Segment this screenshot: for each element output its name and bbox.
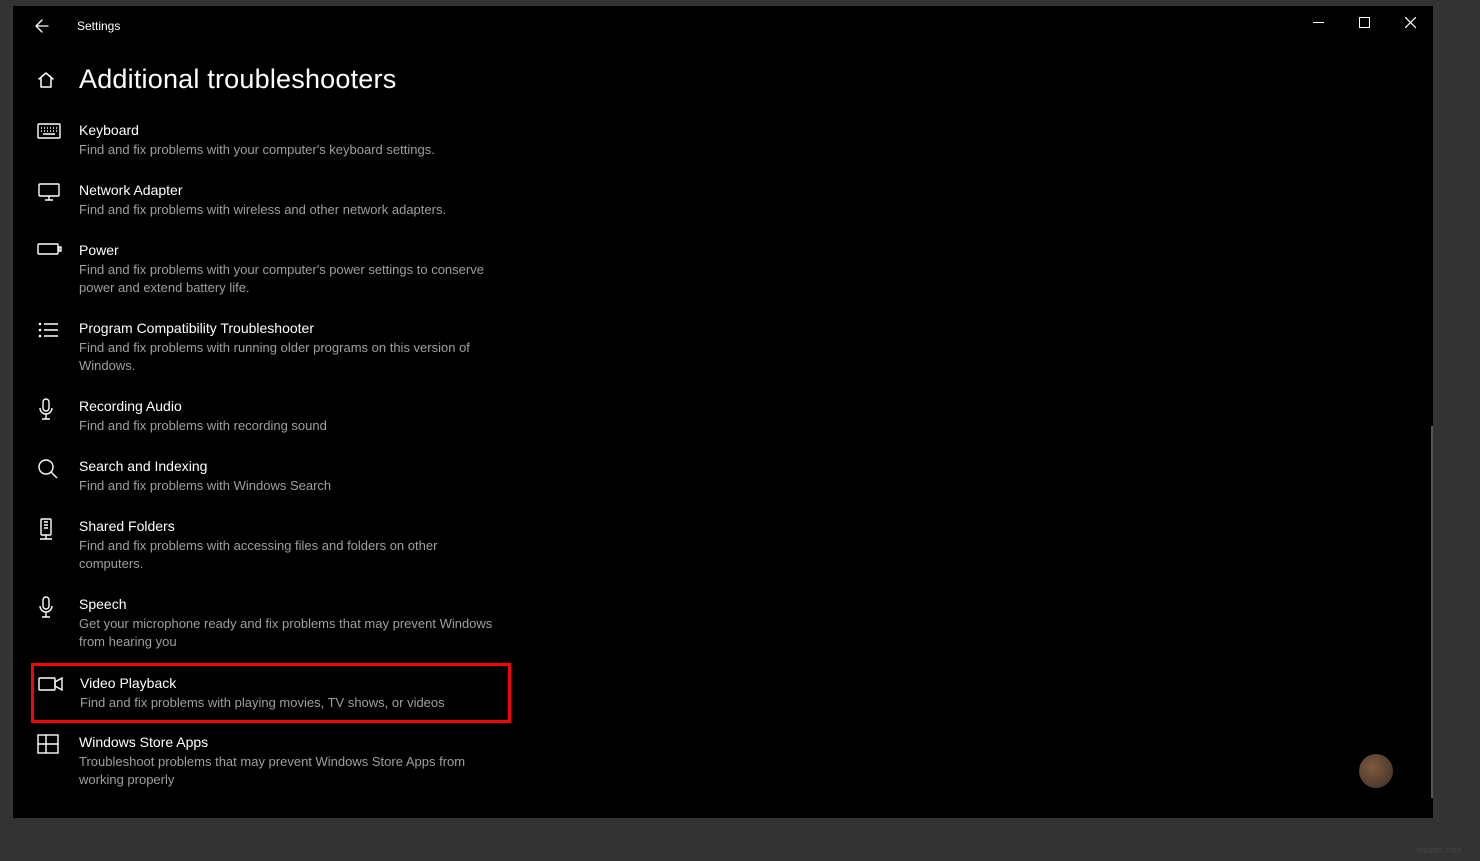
item-title: Program Compatibility Troubleshooter — [79, 319, 499, 338]
close-button[interactable] — [1387, 6, 1433, 38]
home-icon — [36, 70, 56, 90]
page-title: Additional troubleshooters — [79, 64, 396, 95]
troubleshooter-speech[interactable]: Speech Get your microphone ready and fix… — [35, 585, 595, 661]
search-icon — [37, 457, 79, 480]
troubleshooter-windows-store-apps[interactable]: Windows Store Apps Troubleshoot problems… — [35, 723, 595, 799]
troubleshooter-search-indexing[interactable]: Search and Indexing Find and fix problem… — [35, 447, 595, 505]
item-desc: Find and fix problems with recording sou… — [79, 417, 327, 435]
item-desc: Find and fix problems with accessing fil… — [79, 537, 499, 573]
window-controls — [1295, 6, 1433, 38]
list-icon — [37, 319, 79, 340]
troubleshooter-program-compatibility[interactable]: Program Compatibility Troubleshooter Fin… — [35, 309, 595, 385]
microphone-icon — [37, 397, 79, 422]
item-desc: Find and fix problems with wireless and … — [79, 201, 446, 219]
settings-window: Settings Additional troubleshooters — [13, 6, 1433, 818]
grid-icon — [37, 733, 79, 754]
item-desc: Get your microphone ready and fix proble… — [79, 615, 499, 651]
troubleshooter-power[interactable]: Power Find and fix problems with your co… — [35, 231, 595, 307]
item-title: Search and Indexing — [79, 457, 331, 476]
item-title: Speech — [79, 595, 499, 614]
titlebar: Settings — [13, 6, 1433, 46]
item-desc: Find and fix problems with Windows Searc… — [79, 477, 331, 495]
arrow-left-icon — [33, 18, 49, 34]
troubleshooter-list: Keyboard Find and fix problems with your… — [13, 99, 595, 799]
item-title: Windows Store Apps — [79, 733, 499, 752]
item-desc: Find and fix problems with playing movie… — [80, 694, 445, 712]
item-title: Network Adapter — [79, 181, 446, 200]
item-desc: Troubleshoot problems that may prevent W… — [79, 753, 499, 789]
maximize-icon — [1359, 17, 1370, 28]
troubleshooter-keyboard[interactable]: Keyboard Find and fix problems with your… — [35, 111, 595, 169]
minimize-icon — [1313, 17, 1324, 28]
microphone-icon — [37, 595, 79, 620]
home-button[interactable] — [35, 69, 57, 91]
keyboard-icon — [37, 121, 79, 140]
close-icon — [1405, 17, 1416, 28]
troubleshooter-shared-folders[interactable]: Shared Folders Find and fix problems wit… — [35, 507, 595, 583]
troubleshooter-video-playback[interactable]: Video Playback Find and fix problems wit… — [31, 663, 511, 723]
watermark: wsxdn.com — [1417, 845, 1462, 855]
item-title: Video Playback — [80, 674, 445, 693]
item-desc: Find and fix problems with running older… — [79, 339, 499, 375]
back-button[interactable] — [23, 8, 59, 44]
minimize-button[interactable] — [1295, 6, 1341, 38]
item-title: Recording Audio — [79, 397, 327, 416]
troubleshooter-recording-audio[interactable]: Recording Audio Find and fix problems wi… — [35, 387, 595, 445]
app-title: Settings — [77, 19, 120, 33]
item-desc: Find and fix problems with your computer… — [79, 261, 499, 297]
troubleshooter-network-adapter[interactable]: Network Adapter Find and fix problems wi… — [35, 171, 595, 229]
item-desc: Find and fix problems with your computer… — [79, 141, 435, 159]
item-title: Power — [79, 241, 499, 260]
battery-icon — [37, 241, 79, 256]
item-title: Shared Folders — [79, 517, 499, 536]
maximize-button[interactable] — [1341, 6, 1387, 38]
mascot-avatar — [1359, 754, 1393, 788]
scrollbar[interactable] — [1431, 426, 1433, 798]
server-icon — [37, 517, 79, 542]
item-title: Keyboard — [79, 121, 435, 140]
video-camera-icon — [38, 674, 80, 693]
monitor-icon — [37, 181, 79, 202]
page-header: Additional troubleshooters — [13, 46, 1433, 99]
